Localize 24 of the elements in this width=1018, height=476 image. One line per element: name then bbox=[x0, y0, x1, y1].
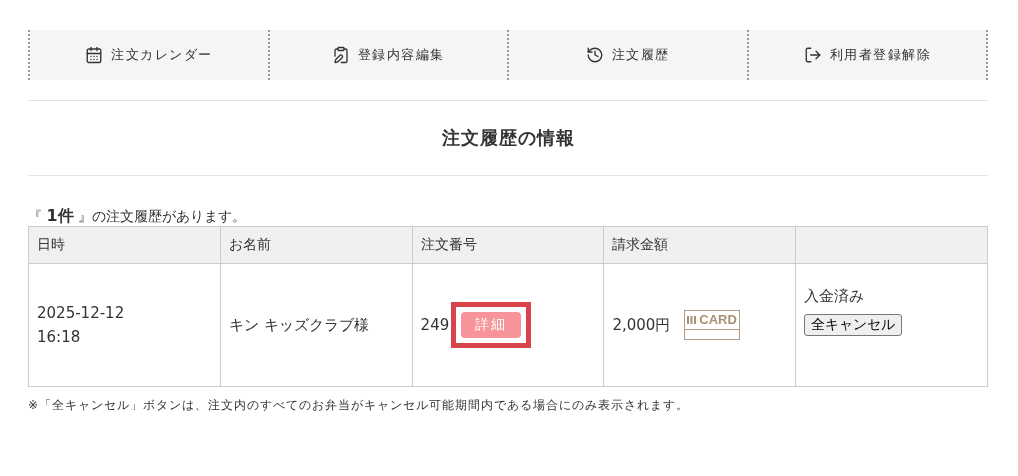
column-header: 日時 bbox=[28, 226, 221, 264]
order-number: 249 bbox=[420, 315, 450, 336]
payment-status: 入金済み bbox=[804, 286, 866, 307]
page-title: 注文履歴の情報 bbox=[440, 126, 576, 150]
footnote: ※「全キャンセル」ボタンは、注文内のすべてのお弁当がキャンセル可能期間内である場合にのみ表示されます。 bbox=[28, 397, 691, 414]
card-label: CARD bbox=[699, 312, 737, 328]
clipboard-pen-icon bbox=[331, 46, 350, 64]
customer-name: キン キッズクラブ様 bbox=[228, 315, 370, 336]
nav-tab[interactable]: 登録内容編集 bbox=[269, 30, 509, 80]
column-header: お名前 bbox=[220, 226, 413, 264]
nav-tab[interactable]: 注文履歴 bbox=[509, 30, 749, 80]
cancel-all-button[interactable]: 全キャンセル bbox=[804, 314, 903, 336]
logout-icon bbox=[803, 46, 822, 64]
calendar-icon bbox=[85, 46, 103, 64]
stripes-icon bbox=[687, 315, 698, 325]
nav-tab[interactable]: 注文カレンダー bbox=[30, 30, 270, 80]
order-date: 2025-12-12 bbox=[37, 303, 126, 324]
nav-tab[interactable]: 利用者登録解除 bbox=[748, 30, 988, 80]
amount: 2,000円 bbox=[612, 315, 671, 336]
order-time: 16:18 bbox=[37, 327, 82, 348]
history-icon bbox=[585, 46, 604, 64]
column-header: 注文番号 bbox=[412, 226, 604, 264]
column-header: 請求金額 bbox=[603, 226, 796, 264]
summary-text: 『 1件 』の注文履歴があります。 bbox=[28, 206, 248, 226]
